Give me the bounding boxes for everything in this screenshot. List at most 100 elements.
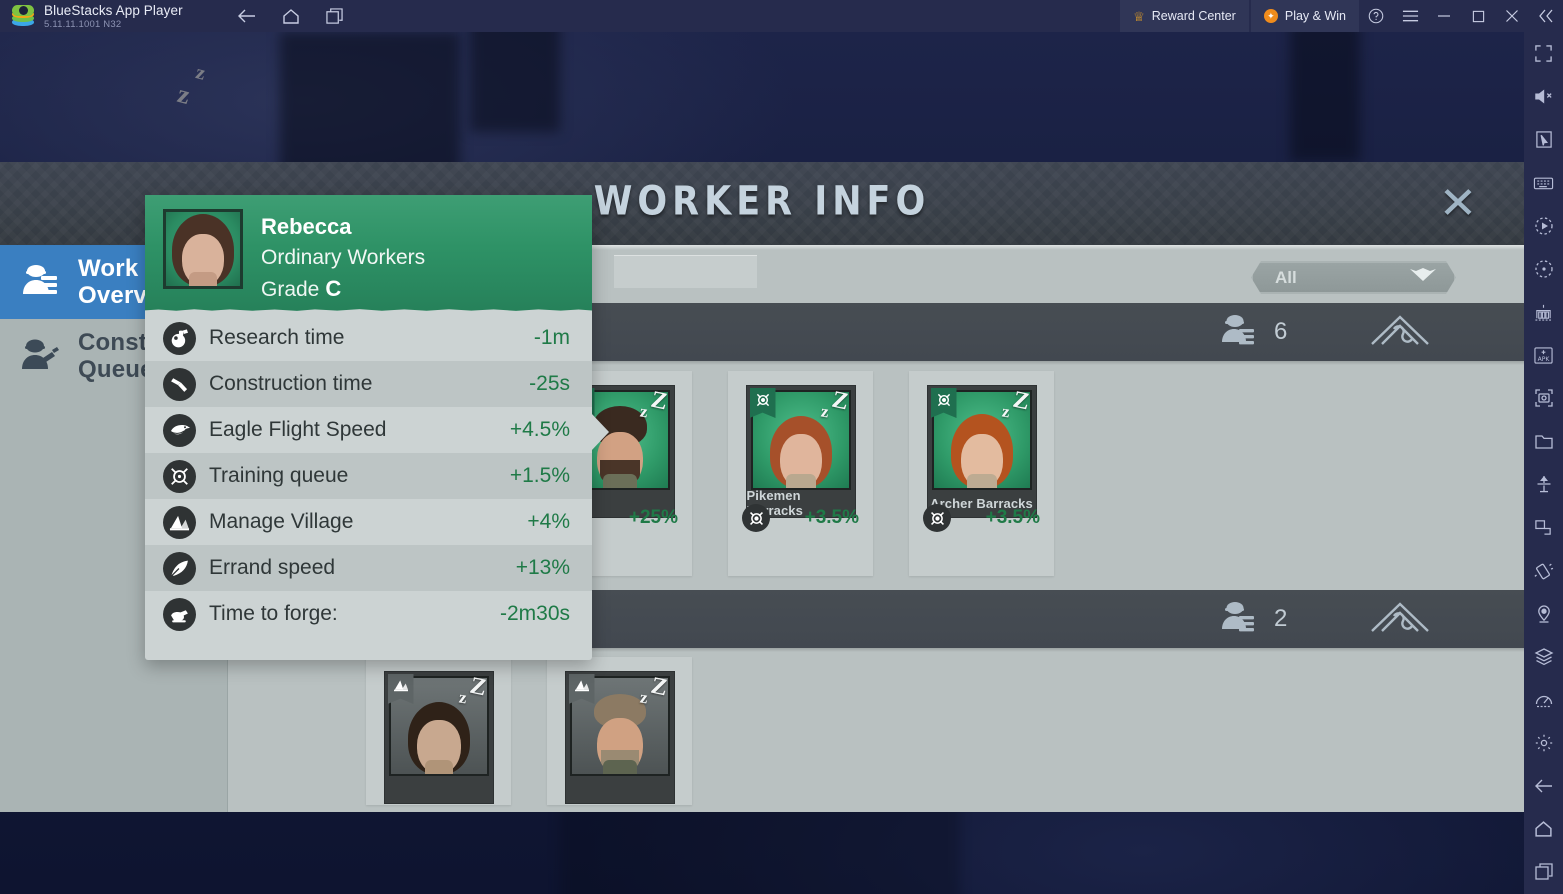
home-icon[interactable] [275, 3, 307, 29]
tooltip-stat-list: Research time -1m Construction time -25s [145, 311, 592, 647]
tooltip-stat-value: +4.5% [509, 418, 570, 441]
worker-assignment [566, 775, 674, 803]
reward-center-button[interactable]: ♕ Reward Center [1120, 0, 1249, 32]
keyboard-icon[interactable] [1524, 161, 1563, 204]
worker-stat-value: +3.5% [804, 507, 859, 528]
multi-instance-icon[interactable] [319, 3, 351, 29]
tooltip-stat-value: -1m [533, 326, 570, 349]
chevron-down-icon [1410, 268, 1436, 287]
menu-icon[interactable] [1393, 0, 1427, 32]
close-icon[interactable]: ✕ [1429, 182, 1488, 226]
worker-card[interactable]: Zz [547, 657, 692, 805]
worker-card[interactable]: Zz Archer Barracks +3.5% [909, 371, 1054, 576]
tooltip-worker-name: Rebecca [261, 214, 352, 239]
worker-portrait-frame: Zz Pikemen Barracks [745, 385, 856, 518]
manage-village-icon [163, 505, 196, 539]
worker-assignment [385, 775, 493, 803]
app-root: z z WORKER INFO ✕ Work Overv Constr Queu… [0, 0, 1563, 894]
tooltip-stat-label: Research time [209, 326, 345, 349]
tooltip-stat-value: +1.5% [509, 464, 570, 487]
maximize-button[interactable] [1461, 0, 1495, 32]
performance-icon[interactable] [1524, 678, 1563, 721]
worker-card[interactable]: Zz [366, 657, 511, 805]
back-icon[interactable] [1524, 765, 1563, 808]
worker-helmet-icon [1220, 600, 1260, 639]
tooltip-stat-row: Training queue +1.5% [145, 453, 592, 499]
tooltip-stat-label: Errand speed [209, 556, 336, 579]
recents-icon[interactable] [1524, 851, 1563, 894]
star-icon: ✦ [1263, 9, 1278, 23]
macro-icon[interactable] [1524, 247, 1563, 290]
record-icon[interactable] [1524, 204, 1563, 247]
play-and-win-button[interactable]: ✦ Play & Win [1250, 0, 1359, 32]
crown-icon: ♕ [1133, 8, 1145, 24]
tooltip-stat-label: Manage Village [209, 510, 354, 533]
svg-text:APK: APK [1538, 356, 1551, 363]
eco-mode-icon[interactable] [1524, 463, 1563, 506]
apk-install-icon[interactable]: APK [1524, 334, 1563, 377]
worker-stat: +3.5% [909, 504, 1054, 532]
forge-icon [163, 597, 196, 631]
worker-stat-value: +3.5% [985, 507, 1040, 528]
training-icon [923, 504, 951, 532]
layers-icon[interactable] [1524, 635, 1563, 678]
close-button[interactable] [1495, 0, 1529, 32]
tooltip-stat-label: Time to forge: [209, 602, 338, 625]
errand-icon [163, 551, 196, 585]
tooltip-grade-value: C [325, 276, 342, 301]
mute-icon[interactable] [1524, 75, 1563, 118]
media-folder-icon[interactable] [1524, 420, 1563, 463]
group-count: 2 [1274, 605, 1288, 632]
tooltip-stat-label: Eagle Flight Speed [209, 418, 387, 441]
filter-dropdown-value: All [1275, 267, 1297, 287]
play-and-win-label: Play & Win [1284, 9, 1346, 23]
settings-icon[interactable] [1524, 722, 1563, 765]
tooltip-stat-row: Errand speed +13% [145, 545, 592, 591]
tooltip-worker-type: Ordinary Workers [261, 246, 426, 269]
minimize-button[interactable] [1427, 0, 1461, 32]
resize-icon[interactable] [1524, 506, 1563, 549]
titlebar: BlueStacks App Player 5.11.11.1001 N32 ♕… [0, 0, 1563, 32]
tooltip-stat-label: Training queue [209, 464, 349, 487]
multi-instance-manager-icon[interactable] [1524, 291, 1563, 334]
home-icon[interactable] [1524, 808, 1563, 851]
research-icon [163, 321, 196, 355]
worker-overview-icon [18, 259, 64, 305]
worker-portrait-frame: Zz [383, 671, 494, 804]
help-icon[interactable] [1359, 0, 1393, 32]
fullscreen-icon[interactable] [1524, 32, 1563, 75]
app-version: 5.11.11.1001 N32 [44, 18, 122, 30]
worker-portrait-frame: Zz [564, 671, 675, 804]
filter-dropdown[interactable]: All [1251, 261, 1456, 294]
sidebar-item-label: Work Overv [78, 255, 148, 309]
cards-row-idle: Zz Z z [228, 657, 1524, 805]
tooltip-stat-value: +13% [515, 556, 570, 579]
tooltip-stat-row: Time to forge: -2m30s [145, 591, 592, 637]
shake-icon[interactable] [1524, 549, 1563, 592]
tooltip-grade-label: Grade [261, 278, 320, 301]
tooltip-stat-row: Construction time -25s [145, 361, 592, 407]
location-icon[interactable] [1524, 592, 1563, 635]
tool-rail: APK [1524, 32, 1563, 894]
tooltip-stat-row: Eagle Flight Speed +4.5% [145, 407, 592, 453]
app-title: BlueStacks App Player [44, 2, 183, 18]
pointer-icon[interactable] [1524, 118, 1563, 161]
clan-crest-icon [1368, 312, 1432, 353]
worker-card[interactable]: Zz Pikemen Barracks +3.5% [728, 371, 873, 576]
search-input[interactable] [614, 255, 757, 288]
collapse-icon[interactable] [1529, 0, 1563, 32]
training-icon [742, 504, 770, 532]
reward-center-label: Reward Center [1151, 9, 1236, 23]
bluestacks-logo-icon [12, 5, 34, 27]
construction-icon [163, 367, 196, 401]
screenshot-icon[interactable] [1524, 377, 1563, 420]
clan-crest-icon [1368, 599, 1432, 640]
worker-stat-value: +25% [628, 507, 678, 528]
worker-helmet-icon [1220, 313, 1260, 352]
worker-portrait-frame: Zz Archer Barracks [926, 385, 1037, 518]
eagle-icon [163, 413, 196, 447]
tooltip-stat-row: Research time -1m [145, 315, 592, 361]
group-count: 6 [1274, 318, 1288, 345]
back-icon[interactable] [231, 3, 263, 29]
training-icon [163, 459, 196, 493]
